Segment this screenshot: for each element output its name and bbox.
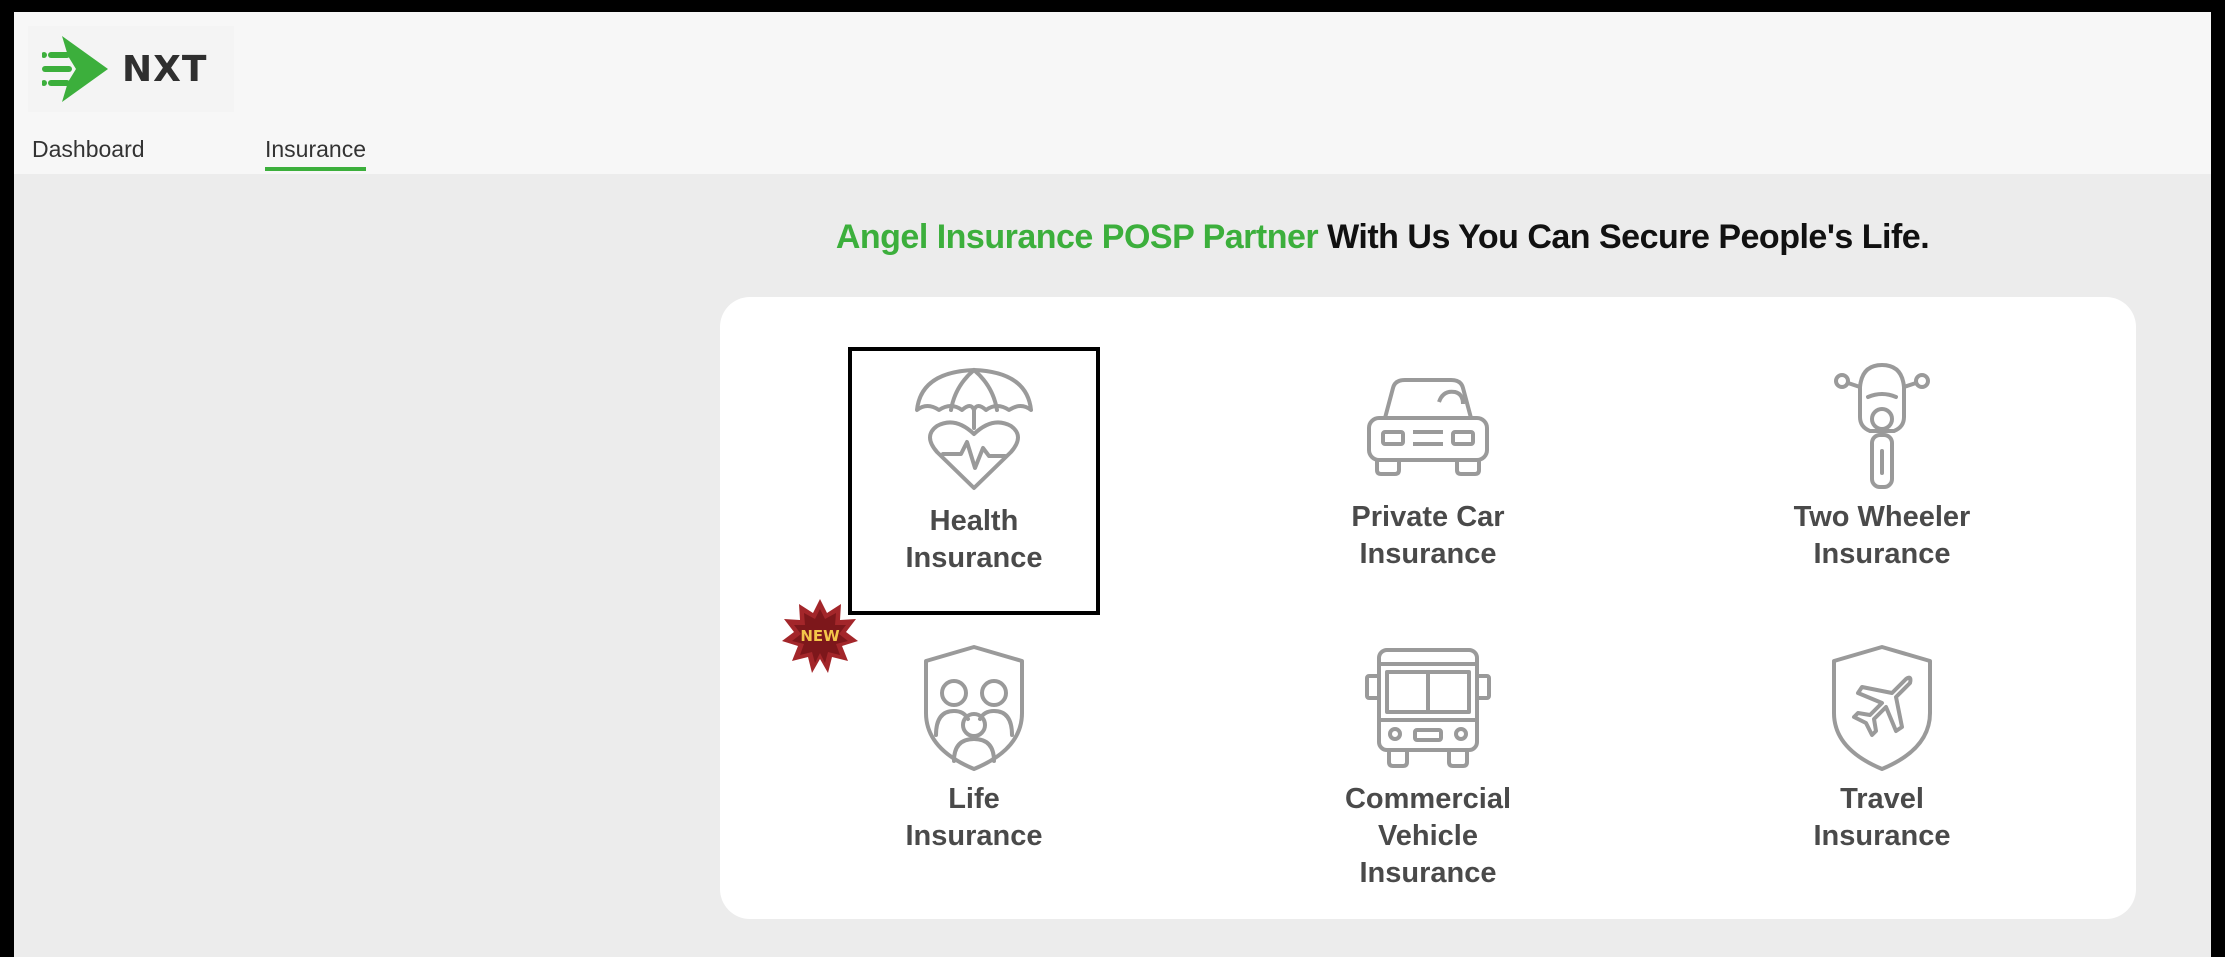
products-card: Health Insurance Private Car Insurance T… bbox=[720, 297, 2136, 919]
umbrella-heart-icon bbox=[909, 365, 1039, 495]
headline-brand: Angel Insurance POSP Partner bbox=[835, 218, 1319, 256]
bus-icon bbox=[1363, 643, 1493, 773]
product-label-line1: Health bbox=[929, 505, 1019, 537]
logo[interactable]: NXT bbox=[28, 26, 234, 112]
product-travel-insurance[interactable]: Travel Insurance bbox=[1756, 629, 2008, 897]
product-health-insurance[interactable]: Health Insurance bbox=[848, 347, 1100, 615]
scooter-icon bbox=[1817, 361, 1947, 491]
new-badge: NEW bbox=[782, 597, 858, 673]
top-bar: NXT Dashboard Insurance bbox=[14, 12, 2211, 174]
family-shield-icon bbox=[909, 643, 1039, 773]
plane-shield-icon bbox=[1817, 643, 1947, 773]
product-label-line1: Private Car bbox=[1351, 501, 1505, 533]
product-label-line1: Life bbox=[948, 783, 1000, 815]
page-headline: Angel Insurance POSP Partner With Us You… bbox=[14, 218, 2211, 257]
product-label-line1: Commercial Vehicle bbox=[1344, 783, 1511, 852]
product-label-line1: Travel bbox=[1840, 783, 1924, 815]
product-label-line2: Insurance bbox=[905, 542, 1043, 574]
product-commercial-vehicle-insurance[interactable]: Commercial Vehicle Insurance bbox=[1302, 629, 1554, 897]
nxt-arrow-icon bbox=[42, 36, 108, 102]
product-label-line2: Insurance bbox=[1813, 820, 1951, 852]
product-label-line1: Two Wheeler bbox=[1793, 501, 1971, 533]
product-private-car-insurance[interactable]: Private Car Insurance bbox=[1302, 347, 1554, 615]
app-window: NXT Dashboard Insurance Angel Insurance … bbox=[14, 12, 2211, 957]
product-label-line2: Insurance bbox=[1359, 857, 1497, 889]
headline-tagline: With Us You Can Secure People's Life. bbox=[1327, 218, 1930, 256]
nav-insurance[interactable]: Insurance bbox=[265, 136, 367, 171]
product-label-line2: Insurance bbox=[905, 820, 1043, 852]
product-label-line2: Insurance bbox=[1359, 538, 1497, 570]
product-label-line2: Insurance bbox=[1813, 538, 1951, 570]
product-two-wheeler-insurance[interactable]: Two Wheeler Insurance bbox=[1756, 347, 2008, 615]
nav-dashboard[interactable]: Dashboard bbox=[32, 136, 145, 163]
car-icon bbox=[1363, 361, 1493, 491]
product-life-insurance[interactable]: Life Insurance bbox=[848, 629, 1100, 897]
logo-text: NXT bbox=[122, 48, 208, 90]
new-badge-text: NEW bbox=[800, 627, 840, 645]
